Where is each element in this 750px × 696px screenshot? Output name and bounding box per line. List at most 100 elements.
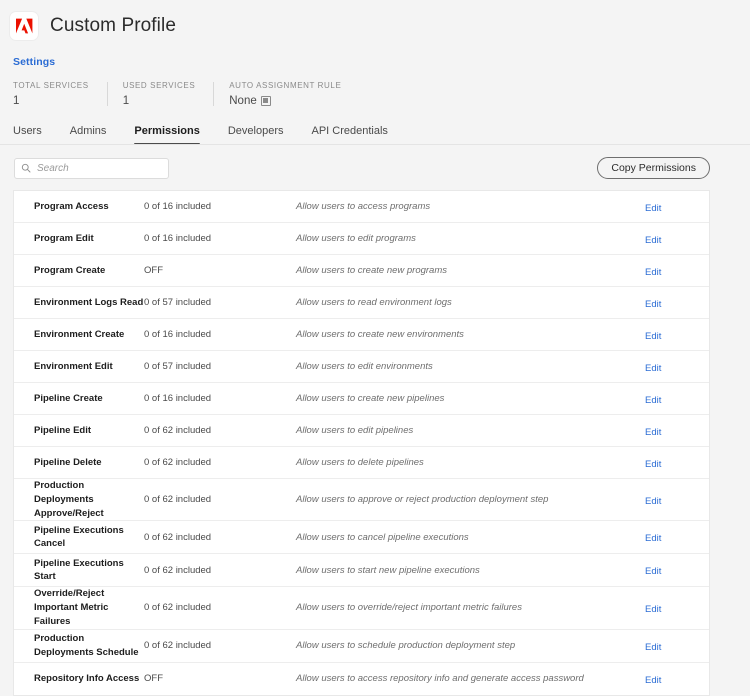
permission-action-cell: Edit	[645, 198, 709, 216]
edit-link[interactable]: Edit	[645, 395, 661, 406]
permission-name: Program Edit	[34, 232, 94, 244]
permission-status: 0 of 16 included	[144, 329, 212, 340]
permission-description: Allow users to access programs	[296, 201, 431, 212]
permission-name: Environment Create	[34, 328, 125, 340]
permission-status: 0 of 57 included	[144, 297, 212, 308]
permission-description: Allow users to override/reject important…	[296, 602, 522, 614]
permission-action-cell: Edit	[645, 491, 709, 509]
permission-description: Allow users to access repository info an…	[296, 673, 584, 685]
permission-description: Allow users to edit pipelines	[296, 425, 414, 436]
permission-description: Allow users to create new programs	[296, 265, 448, 276]
table-row: Pipeline Executions Start 0 of 62 include…	[14, 554, 709, 588]
search-input[interactable]	[37, 162, 162, 174]
search-icon	[21, 163, 31, 173]
permission-name: Production Deployments Schedule	[34, 632, 139, 658]
permission-action-cell: Edit	[645, 230, 709, 248]
permission-name: Pipeline Executions Cancel	[34, 524, 124, 550]
permission-action-cell: Edit	[645, 326, 709, 344]
permission-action-cell: Edit	[645, 561, 709, 579]
edit-link[interactable]: Edit	[645, 459, 661, 470]
breadcrumb-link-settings[interactable]: Settings	[13, 56, 55, 68]
permission-action-cell: Edit	[645, 670, 709, 688]
meta-used-services-text: 1	[122, 95, 130, 107]
table-row: Program Edit 0 of 16 included Allow users …	[14, 223, 709, 255]
permission-status: 0 of 62 included	[144, 531, 212, 543]
permission-name: Pipeline Executions Start	[34, 557, 124, 583]
permission-name: Override/Reject Important Metric Failure…	[34, 588, 109, 627]
permission-status: 0 of 16 included	[144, 393, 212, 404]
edit-link[interactable]: Edit	[645, 566, 661, 577]
edit-link[interactable]: Edit	[645, 533, 661, 544]
permission-action-cell: Edit	[645, 294, 709, 312]
meta-total-services-label: TOTAL SERVICES	[13, 81, 89, 90]
table-row: Override/Reject Important Metric Failure…	[14, 587, 709, 630]
permission-description: Allow users to edit programs	[296, 233, 416, 244]
meta-stats: TOTAL SERVICES 1 USED SERVICES 1 AUTO AS…	[0, 70, 750, 107]
permission-action-cell: Edit	[645, 358, 709, 376]
permission-name: Pipeline Create	[34, 392, 103, 404]
meta-used-services: USED SERVICES 1	[106, 81, 214, 107]
permission-description: Allow users to create new pipelines	[296, 393, 445, 404]
edit-link[interactable]: Edit	[645, 203, 661, 214]
title-row: Custom Profile	[0, 8, 750, 44]
permission-action-cell: Edit	[645, 262, 709, 280]
tab-developers[interactable]: Developers	[214, 125, 298, 145]
permission-action-cell: Edit	[645, 422, 709, 440]
edit-link[interactable]: Edit	[645, 299, 661, 310]
edit-link[interactable]: Edit	[645, 331, 661, 342]
edit-link[interactable]: Edit	[645, 363, 661, 374]
edit-link[interactable]: Edit	[645, 235, 661, 246]
edit-link[interactable]: Edit	[645, 496, 661, 507]
tab-permissions[interactable]: Permissions	[120, 125, 213, 145]
table-row: Pipeline Edit 0 of 62 included Allow users…	[14, 415, 709, 447]
permission-status: 0 of 16 included	[144, 201, 212, 212]
copy-permissions-button[interactable]: Copy Permissions	[597, 157, 710, 179]
permission-status: OFF	[144, 673, 163, 685]
table-row: Pipeline Delete 0 of 62 included Allow use…	[14, 447, 709, 479]
table-row: Environment Create 0 of 16 included Allow …	[14, 319, 709, 351]
permission-action-cell: Edit	[645, 528, 709, 546]
permission-status: 0 of 62 included	[144, 640, 212, 652]
toolbar: Copy Permissions	[0, 145, 750, 179]
adobe-logo-icon	[10, 12, 38, 40]
tab-api-credentials[interactable]: API Credentials	[297, 125, 401, 145]
permission-status: 0 of 57 included	[144, 361, 212, 372]
edit-pencil-icon[interactable]	[260, 96, 271, 106]
table-row: Production Deployments Schedule 0 of 62 i…	[14, 630, 709, 663]
edit-link[interactable]: Edit	[645, 642, 661, 653]
permission-action-cell: Edit	[645, 599, 709, 617]
table-row: Environment Logs Read 0 of 57 included All…	[14, 287, 709, 319]
table-row: Production Deployments Approve/Reject 0 o…	[14, 479, 709, 522]
table-row: Program Create OFF Allow users to create n…	[14, 255, 709, 287]
tab-admins[interactable]: Admins	[56, 125, 121, 145]
permission-status: 0 of 16 included	[144, 233, 212, 244]
page-title: Custom Profile	[50, 15, 176, 36]
permission-name: Repository Info Access	[34, 672, 140, 684]
permission-description: Allow users to cancel pipeline execution…	[296, 531, 469, 543]
meta-used-services-value: 1	[123, 95, 196, 107]
table-row: Program Access 0 of 16 included Allow user…	[14, 191, 709, 223]
table-row: Environment Edit 0 of 57 included Allow us…	[14, 351, 709, 383]
permission-description: Allow users to delete pipelines	[296, 457, 424, 468]
permission-name: Pipeline Delete	[34, 456, 102, 468]
permission-status: 0 of 62 included	[144, 457, 212, 468]
permission-description: Allow users to approve or reject product…	[296, 494, 549, 506]
permission-name: Program Create	[34, 264, 106, 276]
edit-link[interactable]: Edit	[645, 675, 661, 686]
edit-link[interactable]: Edit	[645, 267, 661, 278]
tab-users[interactable]: Users	[13, 125, 56, 145]
permission-description: Allow users to start new pipeline execut…	[296, 564, 480, 576]
page-header: Custom Profile Settings TOTAL SERVICES 1…	[0, 0, 750, 145]
permission-name: Production Deployments Approve/Reject	[34, 480, 104, 519]
permission-status: 0 of 62 included	[144, 602, 212, 614]
edit-link[interactable]: Edit	[645, 604, 661, 615]
meta-total-services-value: 1	[13, 95, 89, 107]
table-row: Pipeline Create 0 of 16 included Allow use…	[14, 383, 709, 415]
search-box[interactable]	[14, 157, 169, 179]
edit-link[interactable]: Edit	[645, 427, 661, 438]
permission-description: Allow users to read environment logs	[296, 297, 452, 308]
meta-total-services-text: 1	[13, 95, 20, 107]
meta-used-services-label: USED SERVICES	[122, 81, 196, 90]
permission-name: Environment Logs Read	[34, 296, 144, 308]
meta-auto-assignment-rule-label: AUTO ASSIGNMENT RULE	[229, 81, 342, 90]
